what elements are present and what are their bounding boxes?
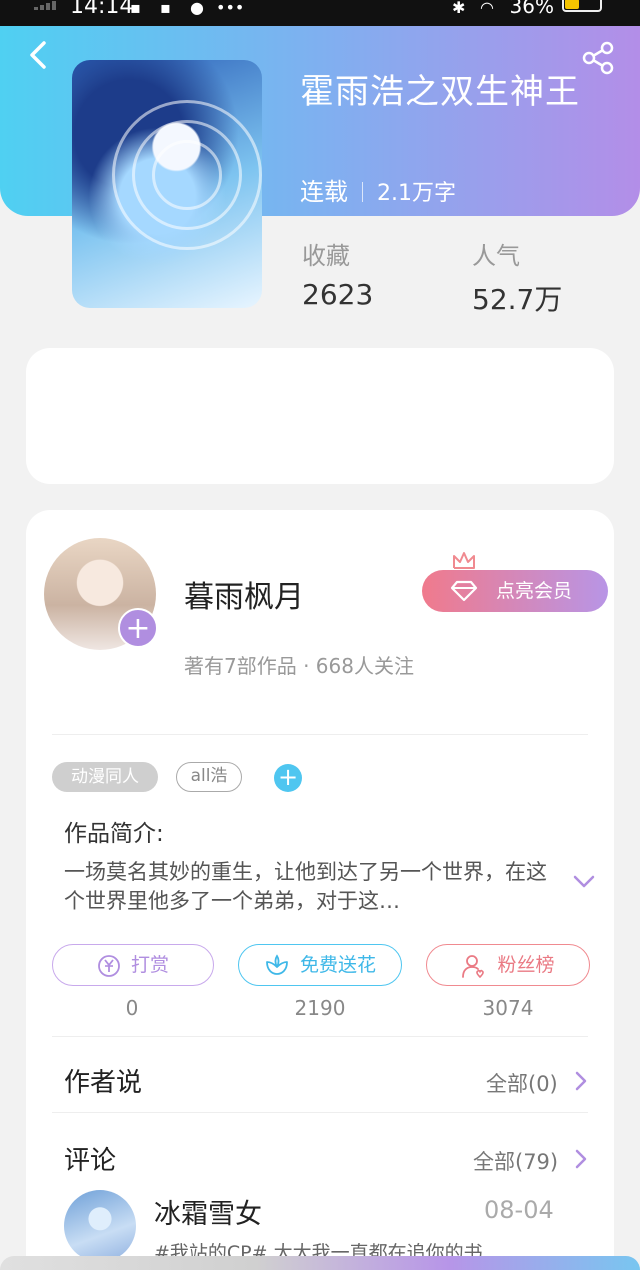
fans-ranking-button[interactable]: 粉丝榜 [426, 944, 590, 986]
flower-icon [266, 953, 288, 975]
send-flower-button[interactable]: 免费送花 [238, 944, 402, 986]
favorites-value: 2623 [302, 278, 374, 311]
light-up-vip-button[interactable]: 点亮会员 [422, 570, 608, 612]
more-notifications-icon: ••• [216, 0, 245, 17]
author-meta: 著有7部作品 · 668人关注 [184, 654, 414, 678]
fan-icon [462, 954, 485, 978]
status-time: 14:14 [70, 0, 134, 19]
vip-button-label: 点亮会员 [496, 580, 573, 602]
chevron-right-icon[interactable] [574, 1070, 588, 1092]
divider [52, 1036, 588, 1037]
blank-card [26, 348, 614, 484]
status-divider [362, 182, 363, 202]
author-says-title: 作者说 [64, 1068, 143, 1098]
yen-icon [98, 954, 120, 977]
popularity-label: 人气 [472, 242, 520, 270]
commenter-name[interactable]: 冰霜雪女 [154, 1192, 262, 1231]
app-notification-icon: ▪ [160, 0, 171, 17]
reward-button[interactable]: 打赏 [52, 944, 214, 986]
bottom-action-bar[interactable] [0, 1256, 640, 1270]
intro-label: 作品简介: [64, 821, 164, 847]
fans-ranking-label: 粉丝榜 [497, 954, 555, 976]
battery-icon [562, 0, 602, 12]
wifi-icon: ◠ [480, 0, 494, 17]
signal-icon [34, 0, 62, 10]
author-says-all-link[interactable]: 全部(0) [486, 1068, 558, 1098]
comment-date: 08-04 [484, 1196, 554, 1224]
book-word-count: 2.1万字 [377, 181, 456, 206]
favorites-label: 收藏 [302, 242, 350, 270]
fans-count: 3074 [482, 996, 534, 1020]
tag-category[interactable]: 动漫同人 [52, 762, 158, 792]
book-status: 连载 [300, 178, 348, 206]
book-title: 霍雨浩之双生神王 [300, 72, 580, 112]
reward-label: 打赏 [130, 954, 169, 976]
status-bar: 14:14 ▪ ▪ ● ••• ✱ ◠ 36% [0, 0, 640, 26]
crown-icon [453, 552, 475, 569]
divider [52, 734, 588, 735]
flower-count: 2190 [294, 996, 346, 1020]
back-arrow-icon[interactable] [24, 40, 54, 70]
comments-title: 评论 [64, 1146, 117, 1176]
battery-percent: 36% [509, 0, 554, 18]
reward-count: 0 [125, 996, 139, 1020]
chevron-right-icon[interactable] [574, 1148, 588, 1170]
follow-author-button[interactable]: + [118, 608, 158, 648]
author-name[interactable]: 暮雨枫月 [184, 572, 304, 616]
chevron-down-icon[interactable] [572, 874, 596, 890]
send-flower-label: 免费送花 [299, 954, 376, 976]
popularity-value: 52.7万 [472, 283, 563, 316]
comments-all-link[interactable]: 全部(79) [473, 1146, 558, 1176]
commenter-avatar[interactable] [64, 1190, 136, 1262]
tag-cp[interactable]: all浩 [176, 762, 242, 792]
bluetooth-icon: ✱ [452, 0, 466, 17]
wechat-icon: ● [190, 0, 204, 17]
book-cover[interactable] [72, 60, 262, 308]
add-tag-button[interactable]: + [274, 764, 302, 792]
book-status-row: 连载 2.1万字 [300, 172, 456, 207]
notification-icon: ▪ [130, 0, 141, 17]
intro-text[interactable]: 一场莫名其妙的重生，让他到达了另一个世界，在这个世界里他多了一个弟弟，对于这… [64, 858, 552, 916]
divider [52, 1112, 588, 1113]
diamond-icon [450, 580, 478, 602]
